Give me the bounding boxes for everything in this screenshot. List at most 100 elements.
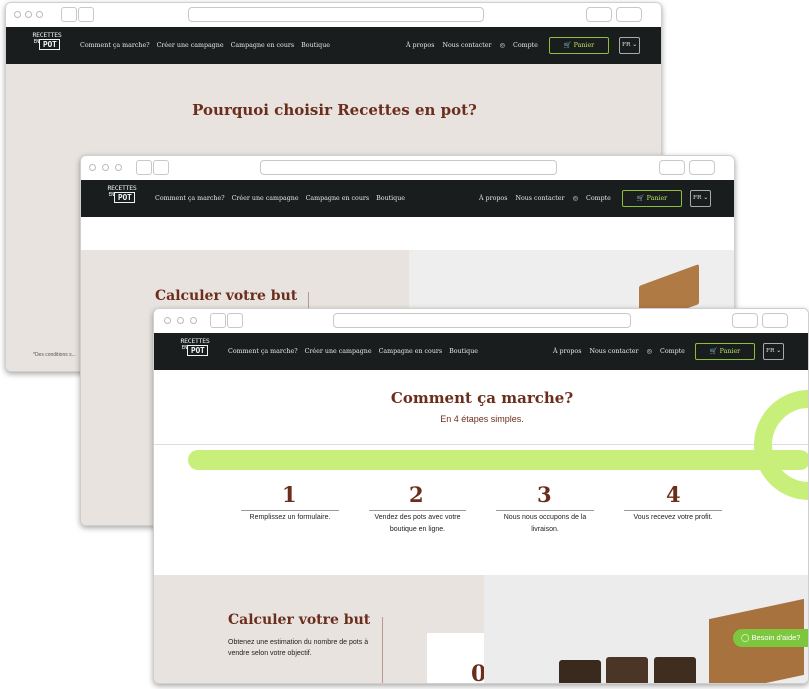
window-dot[interactable] (25, 11, 32, 18)
url-bar[interactable] (188, 7, 484, 22)
steps-progress-bar (188, 450, 808, 470)
back-button[interactable] (210, 313, 226, 328)
site-logo[interactable]: RECETTES EN POT (176, 338, 214, 364)
nav-link-about[interactable]: À propos (406, 42, 434, 49)
step-number: 4 (666, 482, 681, 507)
nav-link-contact[interactable]: Nous contacter (589, 348, 638, 355)
nav-link-current[interactable]: Campagne en cours (379, 348, 443, 355)
photo-panel: ◯ Besoin d'aide? (484, 575, 808, 683)
language-select[interactable]: FR ⌄ (690, 190, 711, 207)
step-divider (369, 510, 466, 511)
nav-link-how[interactable]: Comment ça marche? (155, 195, 225, 202)
site-nav: RECETTES EN POT Comment ça marche? Créer … (81, 180, 734, 217)
logo-text: RECETTES (32, 31, 62, 39)
language-select[interactable]: FR ⌄ (763, 343, 784, 360)
window-dot[interactable] (115, 164, 122, 171)
menu-button[interactable] (689, 160, 715, 175)
chevron-down-icon: ⌄ (632, 42, 638, 48)
cart-icon: 🛒 (709, 348, 718, 355)
menu-button[interactable] (616, 7, 642, 22)
section-subheading: En 4 étapes simples. (440, 414, 524, 424)
url-bar[interactable] (333, 313, 631, 328)
window-dot[interactable] (102, 164, 109, 171)
forward-button[interactable] (78, 7, 94, 22)
logo-text: POT (113, 192, 136, 203)
lang-label: FR (692, 195, 702, 201)
logo-text: POT (186, 345, 209, 356)
url-bar[interactable] (260, 160, 557, 175)
section-heading: Pourquoi choisir Recettes en pot? (192, 101, 477, 119)
nav-link-contact[interactable]: Nous contacter (515, 195, 564, 202)
cart-button[interactable]: 🛒 Panier (549, 37, 609, 54)
logo-text: POT (38, 39, 61, 50)
site-logo[interactable]: RECETTES EN POT (28, 32, 66, 58)
account-icon[interactable]: ◎ (573, 195, 579, 202)
logo-text: RECETTES (180, 337, 210, 345)
cart-button[interactable]: 🛒 Panier (622, 190, 682, 207)
white-band (81, 217, 734, 250)
nav-link-shop[interactable]: Boutique (449, 348, 478, 355)
footnote: *Des conditions s... (33, 352, 76, 358)
calc-section: Calculer votre but Obtenez une estimatio… (154, 575, 537, 683)
nav-link-shop[interactable]: Boutique (376, 195, 405, 202)
nav-link-create[interactable]: Créer une campagne (232, 195, 299, 202)
cart-icon: 🛒 (636, 195, 645, 202)
logo-text: RECETTES (107, 184, 137, 192)
back-button[interactable] (136, 160, 152, 175)
window-dot[interactable] (14, 11, 21, 18)
nav-link-account[interactable]: Compte (586, 195, 611, 202)
account-icon[interactable]: ◎ (647, 348, 653, 355)
window-dot[interactable] (89, 164, 96, 171)
chat-icon: ◯ (741, 633, 750, 642)
nav-link-shop[interactable]: Boutique (301, 42, 330, 49)
section-heading: Calculer votre but (155, 288, 298, 304)
cart-label: Panier (573, 42, 595, 49)
nav-link-account[interactable]: Compte (660, 348, 685, 355)
how-section: Comment ça marche? En 4 étapes simples. … (154, 370, 808, 575)
window-dot[interactable] (177, 317, 184, 324)
window-dot[interactable] (190, 317, 197, 324)
account-icon[interactable]: ◎ (500, 42, 506, 49)
tab-button[interactable] (586, 7, 612, 22)
nav-link-about[interactable]: À propos (553, 348, 581, 355)
chevron-down-icon: ⌄ (703, 195, 709, 201)
language-select[interactable]: FR ⌄ (619, 37, 640, 54)
nav-link-create[interactable]: Créer une campagne (157, 42, 224, 49)
browser-chrome (154, 309, 808, 333)
browser-chrome (6, 3, 661, 27)
divider (382, 617, 383, 683)
nav-link-about[interactable]: À propos (479, 195, 507, 202)
nav-link-how[interactable]: Comment ça marche? (80, 42, 150, 49)
nav-link-create[interactable]: Créer une campagne (305, 348, 372, 355)
nav-link-how[interactable]: Comment ça marche? (228, 348, 298, 355)
nav-link-contact[interactable]: Nous contacter (442, 42, 491, 49)
step-text: Nous nous occupons de la livraison. (503, 514, 587, 533)
help-button[interactable]: ◯ Besoin d'aide? (733, 629, 808, 647)
nav-link-current[interactable]: Campagne en cours (231, 42, 295, 49)
jar-image (654, 657, 696, 683)
tab-button[interactable] (732, 313, 758, 328)
calc-heading: Calculer votre but (228, 612, 371, 628)
browser-window-3: RECETTES EN POT Comment ça marche? Créer … (153, 308, 809, 684)
forward-button[interactable] (153, 160, 169, 175)
back-button[interactable] (61, 7, 77, 22)
window-dot[interactable] (164, 317, 171, 324)
nav-link-account[interactable]: Compte (513, 42, 538, 49)
divider (154, 444, 808, 445)
nav-link-current[interactable]: Campagne en cours (306, 195, 370, 202)
cart-button[interactable]: 🛒 Panier (695, 343, 755, 360)
forward-button[interactable] (227, 313, 243, 328)
window-dot[interactable] (36, 11, 43, 18)
step-divider (496, 510, 594, 511)
menu-button[interactable] (762, 313, 788, 328)
lang-label: FR (765, 348, 775, 354)
cart-label: Panier (719, 348, 741, 355)
step-number: 1 (282, 482, 297, 507)
calc-description: Obtenez une estimation du nombre de pots… (228, 639, 369, 657)
tab-button[interactable] (659, 160, 685, 175)
section-heading: Comment ça marche? (390, 389, 574, 407)
help-label: Besoin d'aide? (751, 633, 801, 642)
step-text: Vendez des pots avec votre boutique en l… (374, 514, 461, 533)
site-nav: RECETTES EN POT Comment ça marche? Créer … (154, 333, 808, 370)
site-logo[interactable]: RECETTES EN POT (103, 185, 141, 211)
